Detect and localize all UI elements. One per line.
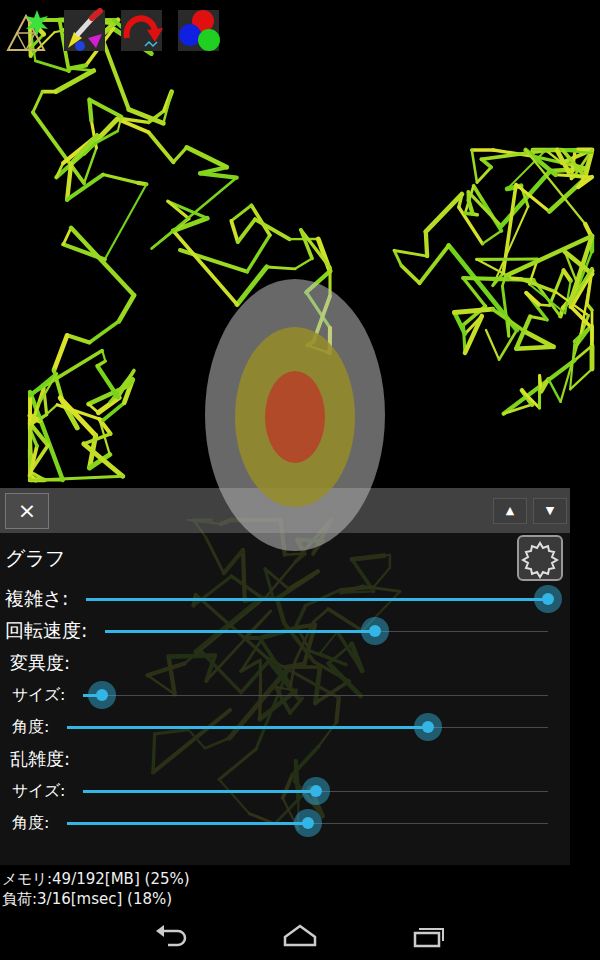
slider[interactable] <box>83 775 548 807</box>
fractal-tool-icon[interactable] <box>5 8 50 53</box>
slider-row: 角度: <box>5 807 548 839</box>
scroll-down-button[interactable]: ▼ <box>533 498 567 524</box>
group-header: 変異度: <box>5 647 548 679</box>
slider-label: サイズ: <box>5 685 65 706</box>
slider-row: サイズ: <box>5 679 548 711</box>
slider-label: サイズ: <box>5 781 65 802</box>
slider-label: 複雑さ: <box>5 586 68 612</box>
slider-row: 複雑さ: <box>5 583 548 615</box>
touch-indicator <box>0 0 600 960</box>
status-text: メモリ:49/192[MB] (25%) <box>2 869 600 889</box>
slider-knob[interactable] <box>361 617 389 645</box>
slider[interactable] <box>67 711 548 743</box>
toolbar <box>0 0 600 61</box>
status-bar: メモリ:49/192[MB] (25%)負荷:3/16[msec] (18%) <box>0 865 600 912</box>
slider-knob[interactable] <box>88 681 116 709</box>
close-button[interactable]: × <box>5 493 49 529</box>
slider-row: 角度: <box>5 711 548 743</box>
scroll-up-button[interactable]: ▲ <box>493 498 527 524</box>
slider-row: サイズ: <box>5 775 548 807</box>
recents-icon[interactable] <box>410 921 446 951</box>
slider-knob[interactable] <box>302 777 330 805</box>
slider[interactable] <box>83 679 548 711</box>
panel-title: グラフ <box>5 545 65 572</box>
slider[interactable] <box>105 615 548 647</box>
settings-panel: × ▲ ▼ グラフ 複雑さ: 回転速度: 変異度: サイズ: 角度: 乱雑度: サイ… <box>0 488 570 865</box>
slider-knob[interactable] <box>414 713 442 741</box>
fractal-app-screen: × ▲ ▼ グラフ 複雑さ: 回転速度: 変異度: サイズ: 角度: 乱雑度: サイ… <box>0 0 600 960</box>
color-rgb-icon[interactable] <box>176 8 221 53</box>
navigation-bar <box>0 912 600 960</box>
home-icon[interactable] <box>282 921 318 951</box>
slider-knob[interactable] <box>294 809 322 837</box>
paint-brush-icon[interactable] <box>62 8 107 53</box>
slider-label: 回転速度: <box>5 618 87 644</box>
group-header: 乱雑度: <box>5 743 548 775</box>
slider-knob[interactable] <box>534 585 562 613</box>
gear-icon[interactable] <box>517 535 563 581</box>
status-text: 負荷:3/16[msec] (18%) <box>2 889 600 909</box>
panel-body: グラフ 複雑さ: 回転速度: 変異度: サイズ: 角度: 乱雑度: サイズ: 角度: <box>0 533 570 865</box>
panel-header: × ▲ ▼ <box>0 488 570 533</box>
slider-row: 回転速度: <box>5 615 548 647</box>
slider[interactable] <box>67 807 548 839</box>
slider-label: 角度: <box>5 813 49 834</box>
slider[interactable] <box>86 583 548 615</box>
rotate-arrow-icon[interactable] <box>119 8 164 53</box>
slider-label: 角度: <box>5 717 49 738</box>
back-icon[interactable] <box>154 921 190 951</box>
